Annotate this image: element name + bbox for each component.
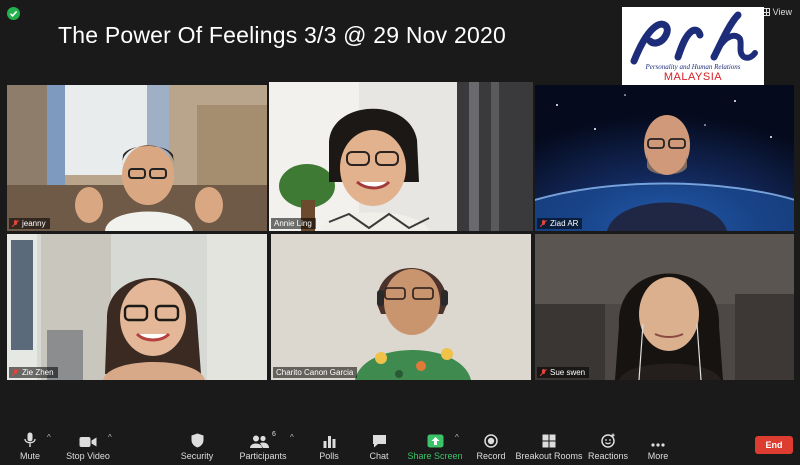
video-options-caret[interactable]: ^ (108, 433, 112, 442)
participants-count: 6 (272, 431, 276, 438)
participants-icon: 6 (250, 431, 276, 448)
participant-nametag: Zie Zhen (9, 367, 58, 378)
chat-bubble-icon (372, 431, 387, 448)
video-tile-annie-ling[interactable]: Annie Ling (269, 82, 533, 231)
breakout-rooms-icon (542, 431, 556, 448)
participant-nametag: Ziad AR (537, 218, 583, 229)
video-tile-ziad-ar[interactable]: Ziad AR (535, 85, 794, 231)
more-dots-icon (651, 431, 665, 448)
security-label: Security (180, 451, 214, 461)
video-feed (535, 85, 794, 231)
stop-video-button[interactable]: Stop Video (53, 431, 123, 461)
participant-name: jeanny (22, 219, 46, 228)
bar-chart-icon (323, 431, 336, 448)
encryption-shield-icon[interactable] (7, 7, 20, 20)
reactions-label: Reactions (587, 451, 629, 461)
microphone-icon (24, 431, 36, 448)
more-button[interactable]: More (623, 431, 693, 461)
video-feed (535, 234, 794, 380)
security-button[interactable]: Security (162, 431, 232, 461)
meeting-toolbar: Mute ^ Stop Video ^ Security 6 Participa… (0, 425, 800, 465)
mic-muted-icon (12, 219, 19, 228)
participants-button[interactable]: 6 Participants (228, 431, 298, 461)
shield-icon (191, 431, 204, 448)
end-meeting-button[interactable]: End (755, 436, 793, 454)
logo-country: MALAYSIA (663, 71, 723, 83)
participant-name: Annie Ling (274, 219, 312, 228)
participant-nametag: Charito Canon Garcia (273, 367, 358, 378)
participant-name: Ziad AR (550, 219, 579, 228)
share-screen-label: Share Screen (407, 451, 463, 461)
prh-logo: Personality and Human Relations MALAYSIA (622, 7, 764, 85)
video-tile-zie-zhen[interactable]: Zie Zhen (7, 234, 267, 380)
participant-name: Charito Canon Garcia (276, 368, 354, 377)
participant-nametag: jeanny (9, 218, 50, 229)
video-tile-sue-swen[interactable]: Sue swen (535, 234, 794, 380)
mic-muted-icon (12, 368, 19, 377)
record-label: Record (476, 451, 506, 461)
more-label: More (647, 451, 669, 461)
video-camera-icon (79, 431, 97, 448)
share-screen-icon (427, 431, 444, 448)
stop-video-label: Stop Video (66, 451, 110, 461)
participant-nametag: Annie Ling (271, 218, 316, 229)
view-button[interactable]: View (761, 7, 792, 17)
mute-label: Mute (19, 451, 40, 461)
meeting-title: The Power Of Feelings 3/3 @ 29 Nov 2020 (58, 22, 506, 48)
participant-name: Sue swen (550, 368, 586, 377)
polls-label: Polls (319, 451, 339, 461)
chat-label: Chat (369, 451, 389, 461)
video-feed (7, 234, 267, 380)
mic-muted-icon (540, 219, 547, 228)
logo-tagline: Personality and Human Relations (645, 63, 741, 71)
participant-nametag: Sue swen (537, 367, 590, 378)
video-feed (7, 85, 267, 231)
record-icon (484, 431, 498, 448)
smiley-face-icon (600, 431, 616, 448)
audio-options-caret[interactable]: ^ (47, 433, 51, 442)
mic-muted-icon (540, 368, 547, 377)
video-tile-charito-canon-garcia[interactable]: Charito Canon Garcia (271, 234, 531, 380)
view-button-label: View (772, 7, 792, 17)
video-feed (269, 82, 533, 231)
participant-name: Zie Zhen (22, 368, 54, 377)
video-feed (271, 234, 531, 380)
video-tile-jeanny[interactable]: jeanny (7, 85, 267, 231)
prh-logo-mark (630, 11, 758, 65)
participants-label: Participants (239, 451, 287, 461)
